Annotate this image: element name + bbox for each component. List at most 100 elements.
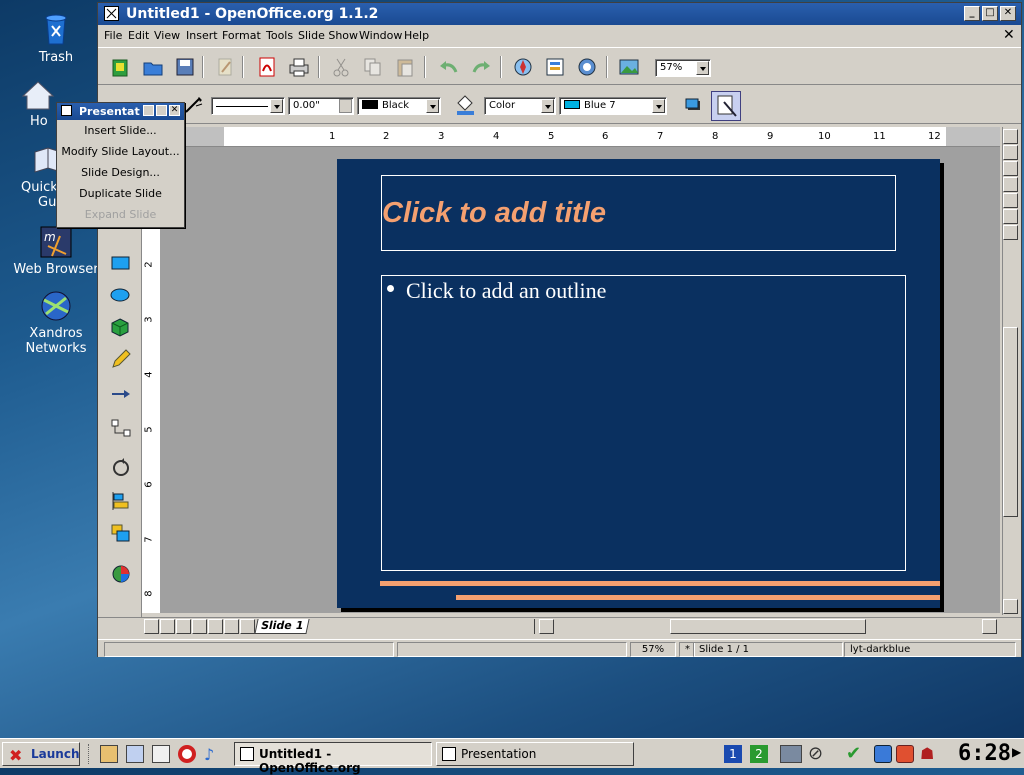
gallery-icon[interactable] bbox=[576, 56, 598, 78]
power-icon[interactable] bbox=[896, 745, 914, 763]
task-presentation[interactable]: Presentation bbox=[436, 742, 634, 766]
rotate-icon[interactable] bbox=[110, 457, 132, 479]
line-arrow-icon[interactable] bbox=[110, 383, 132, 405]
graphic-effects-icon[interactable] bbox=[711, 91, 741, 121]
pencil-icon[interactable] bbox=[110, 348, 132, 370]
mute-icon[interactable]: ⊘ bbox=[808, 743, 823, 764]
spinner-arrows-icon[interactable] bbox=[339, 99, 352, 113]
insert-object-icon[interactable] bbox=[110, 563, 132, 585]
stylist-icon[interactable] bbox=[544, 56, 566, 78]
user-icon[interactable]: ☗ bbox=[920, 744, 934, 763]
export-pdf-icon[interactable] bbox=[256, 56, 278, 78]
view-mode-button[interactable] bbox=[1003, 177, 1018, 192]
menu-help[interactable]: Help bbox=[404, 29, 429, 42]
image-icon[interactable] bbox=[618, 56, 640, 78]
copy-icon[interactable] bbox=[362, 56, 384, 78]
minimize-button[interactable]: _ bbox=[964, 6, 980, 21]
zoom-select[interactable]: 57% bbox=[655, 59, 711, 77]
outline-placeholder[interactable]: Click to add an outline bbox=[381, 275, 906, 571]
file-manager-icon[interactable] bbox=[152, 745, 170, 763]
menu-view[interactable]: View bbox=[154, 29, 180, 42]
music-icon[interactable]: ♪ bbox=[204, 745, 214, 764]
close-button[interactable]: ✕ bbox=[1000, 6, 1016, 21]
task-openoffice[interactable]: Untitled1 - OpenOffice.org bbox=[234, 742, 432, 775]
desktop-icon-web-browser[interactable]: m Web Browser bbox=[8, 226, 104, 277]
area-style-select[interactable]: Color bbox=[484, 97, 556, 115]
cut-icon[interactable] bbox=[330, 56, 352, 78]
slide-workspace[interactable]: Click to add title Click to add an outli… bbox=[160, 147, 1000, 613]
workspace-2-button[interactable]: 2 bbox=[750, 745, 768, 763]
scroll-right-button[interactable] bbox=[982, 619, 997, 634]
navigator-icon[interactable] bbox=[512, 56, 534, 78]
insert-slide-item[interactable]: Insert Slide... bbox=[57, 124, 184, 137]
edit-file-icon[interactable] bbox=[214, 56, 236, 78]
duplicate-slide-item[interactable]: Duplicate Slide bbox=[57, 187, 184, 200]
menu-file[interactable]: File bbox=[104, 29, 122, 42]
menu-format[interactable]: Format bbox=[222, 29, 261, 42]
tab-splitter[interactable] bbox=[534, 619, 538, 634]
first-slide-button[interactable] bbox=[192, 619, 207, 634]
menu-insert[interactable]: Insert bbox=[186, 29, 218, 42]
chevron-down-icon[interactable] bbox=[426, 99, 439, 113]
view-drawing-button[interactable] bbox=[144, 619, 159, 634]
print-icon[interactable] bbox=[288, 56, 310, 78]
launch-button[interactable]: ✖ Launch bbox=[2, 742, 80, 766]
presentation-titlebar[interactable]: Presentat ✕ bbox=[57, 103, 184, 120]
previous-slide-button[interactable] bbox=[208, 619, 223, 634]
minimize-button[interactable] bbox=[143, 105, 154, 116]
scroll-left-button[interactable] bbox=[539, 619, 554, 634]
maximize-button[interactable] bbox=[156, 105, 167, 116]
desktop-icon-xandros-networks[interactable]: Xandros Networks bbox=[8, 290, 104, 356]
arrange-icon[interactable] bbox=[110, 523, 132, 545]
tab-slide-1[interactable]: Slide 1 bbox=[254, 619, 310, 634]
horizontal-scrollbar-thumb[interactable] bbox=[670, 619, 866, 634]
menu-window[interactable]: Window bbox=[359, 29, 402, 42]
line-style-select[interactable] bbox=[211, 97, 285, 115]
3d-cube-icon[interactable] bbox=[110, 316, 132, 338]
line-ends-icon[interactable] bbox=[182, 94, 204, 116]
view-layer-button[interactable] bbox=[160, 619, 175, 634]
alignment-icon[interactable] bbox=[110, 490, 132, 512]
calculator-icon[interactable] bbox=[100, 745, 118, 763]
chevron-down-icon[interactable] bbox=[270, 99, 283, 113]
view-mode-button[interactable] bbox=[1003, 193, 1018, 208]
new-document-icon[interactable] bbox=[110, 56, 132, 78]
redo-icon[interactable] bbox=[470, 56, 492, 78]
scrollbar-thumb[interactable] bbox=[1003, 327, 1018, 517]
menu-tools[interactable]: Tools bbox=[266, 29, 293, 42]
chevron-down-icon[interactable] bbox=[541, 99, 554, 113]
connector-icon[interactable] bbox=[110, 417, 132, 439]
chevron-right-icon[interactable]: ▶ bbox=[1012, 745, 1021, 759]
modify-slide-layout-item[interactable]: Modify Slide Layout... bbox=[57, 145, 184, 158]
view-mode-button[interactable] bbox=[1003, 145, 1018, 160]
view-mode-button[interactable] bbox=[1003, 129, 1018, 144]
update-icon[interactable]: ✔ bbox=[846, 743, 861, 764]
close-document-icon[interactable]: ✕ bbox=[1003, 27, 1015, 43]
title-placeholder[interactable]: Click to add title bbox=[381, 175, 896, 251]
last-slide-button[interactable] bbox=[240, 619, 255, 634]
line-color-select[interactable]: Black bbox=[357, 97, 441, 115]
menu-slide-show[interactable]: Slide Show bbox=[298, 29, 358, 42]
workspace-1-button[interactable]: 1 bbox=[724, 745, 742, 763]
window-titlebar[interactable]: Untitled1 - OpenOffice.org 1.1.2 _ □ ✕ bbox=[98, 3, 1021, 25]
undo-icon[interactable] bbox=[438, 56, 460, 78]
status-zoom[interactable]: 57% bbox=[630, 642, 676, 657]
scroll-down-button[interactable] bbox=[1003, 599, 1018, 614]
scroll-up-button[interactable] bbox=[1003, 225, 1018, 240]
slide-canvas[interactable]: Click to add title Click to add an outli… bbox=[337, 159, 940, 608]
lock-icon[interactable] bbox=[874, 745, 892, 763]
rectangle-icon[interactable] bbox=[110, 252, 132, 274]
line-width-spinner[interactable]: 0.00" bbox=[288, 97, 354, 115]
slide-design-item[interactable]: Slide Design... bbox=[57, 166, 184, 179]
view-slide-button[interactable] bbox=[176, 619, 191, 634]
close-button[interactable]: ✕ bbox=[169, 105, 180, 116]
lifebuoy-icon[interactable] bbox=[178, 745, 196, 763]
chevron-down-icon[interactable] bbox=[696, 61, 709, 75]
shadow-icon[interactable] bbox=[682, 94, 704, 116]
desktop-icon-trash[interactable]: Trash bbox=[8, 12, 104, 65]
chevron-down-icon[interactable] bbox=[652, 99, 665, 113]
ellipse-icon[interactable] bbox=[110, 284, 132, 306]
open-folder-icon[interactable] bbox=[142, 56, 164, 78]
network-status-icon[interactable] bbox=[780, 745, 802, 763]
view-mode-button[interactable] bbox=[1003, 161, 1018, 176]
